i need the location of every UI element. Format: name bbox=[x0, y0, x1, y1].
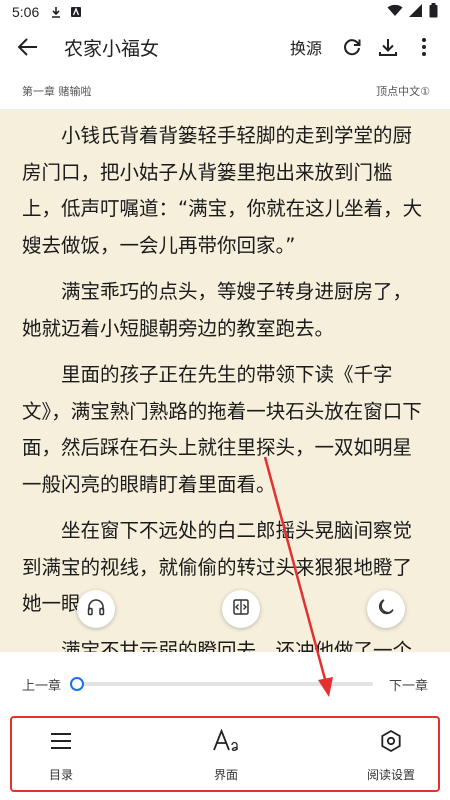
moon-icon bbox=[376, 597, 396, 621]
status-bar: 5:06 bbox=[0, 0, 450, 24]
more-options-icon[interactable] bbox=[406, 29, 442, 65]
listen-button[interactable] bbox=[77, 590, 115, 628]
source-site-label[interactable]: 顶点中文① bbox=[376, 83, 430, 99]
headphones-icon bbox=[86, 597, 106, 621]
chapter-header: 第一章 赌输啦 顶点中文① bbox=[0, 72, 450, 110]
back-arrow-icon[interactable] bbox=[10, 29, 46, 65]
appearance-label: 界面 bbox=[213, 767, 238, 782]
download-icon[interactable] bbox=[370, 29, 406, 65]
change-source-button[interactable]: 换源 bbox=[290, 35, 322, 59]
paragraph: 里面的孩子正在先生的带领下读《千字文》，满宝熟门熟路的拖着一块石头放在窗口下面，… bbox=[22, 363, 422, 496]
battery-icon bbox=[429, 2, 438, 22]
font-size-icon bbox=[212, 726, 240, 756]
chapter-name: 第一章 赌输啦 bbox=[22, 84, 92, 98]
prev-chapter-button[interactable]: 上一章 bbox=[22, 675, 61, 694]
chapter-nav: 上一章 下一章 bbox=[0, 652, 450, 716]
reading-settings-button[interactable]: 阅读设置 bbox=[356, 726, 426, 783]
refresh-icon[interactable] bbox=[334, 29, 370, 65]
toc-label: 目录 bbox=[48, 767, 73, 782]
status-time: 5:06 bbox=[12, 4, 40, 20]
progress-thumb[interactable] bbox=[70, 677, 85, 691]
signal-icon bbox=[409, 3, 423, 21]
reader-screen: 5:06 农家小福女 换源 第一章 赌输啦 顶点中文① 小钱氏背着背篓轻手轻脚的… bbox=[0, 0, 450, 800]
chapter-text: 小钱氏背着背篓轻手轻脚的走到学堂的厨房门口，把小姑子从背篓里抱出来放到门槛上，低… bbox=[0, 110, 450, 652]
reading-settings-label: 阅读设置 bbox=[366, 767, 415, 782]
app-notification-icon bbox=[69, 5, 83, 19]
wifi-icon bbox=[387, 4, 403, 21]
paragraph: 满宝乖巧的点头，等嫂子转身进厨房了，她就迈着小短腿朝旁边的教室跑去。 bbox=[22, 280, 413, 340]
auto-page-icon bbox=[231, 597, 251, 621]
auto-page-button[interactable] bbox=[222, 590, 260, 628]
paragraph: 满宝不甘示弱的瞪回去，还冲他做了一个 bbox=[61, 638, 413, 653]
progress-slider[interactable] bbox=[70, 677, 373, 691]
hexagon-settings-icon bbox=[379, 726, 403, 756]
next-chapter-button[interactable]: 下一章 bbox=[389, 675, 428, 694]
bottom-menu: 目录 界面 阅读设置 bbox=[10, 716, 440, 792]
night-mode-button[interactable] bbox=[367, 590, 405, 628]
menu-list-icon bbox=[49, 726, 73, 756]
download-status-icon bbox=[49, 5, 63, 19]
paragraph: 小钱氏背着背篓轻手轻脚的走到学堂的厨房门口，把小姑子从背篓里抱出来放到门槛上，低… bbox=[22, 124, 423, 257]
book-title: 农家小福女 bbox=[64, 37, 160, 60]
app-bar: 农家小福女 换源 bbox=[0, 24, 450, 70]
status-right bbox=[387, 2, 438, 22]
appearance-menu-button[interactable]: 界面 bbox=[191, 726, 261, 783]
toc-menu-button[interactable]: 目录 bbox=[26, 726, 96, 783]
reading-area[interactable]: 小钱氏背着背篓轻手轻脚的走到学堂的厨房门口，把小姑子从背篓里抱出来放到门槛上，低… bbox=[0, 110, 450, 652]
